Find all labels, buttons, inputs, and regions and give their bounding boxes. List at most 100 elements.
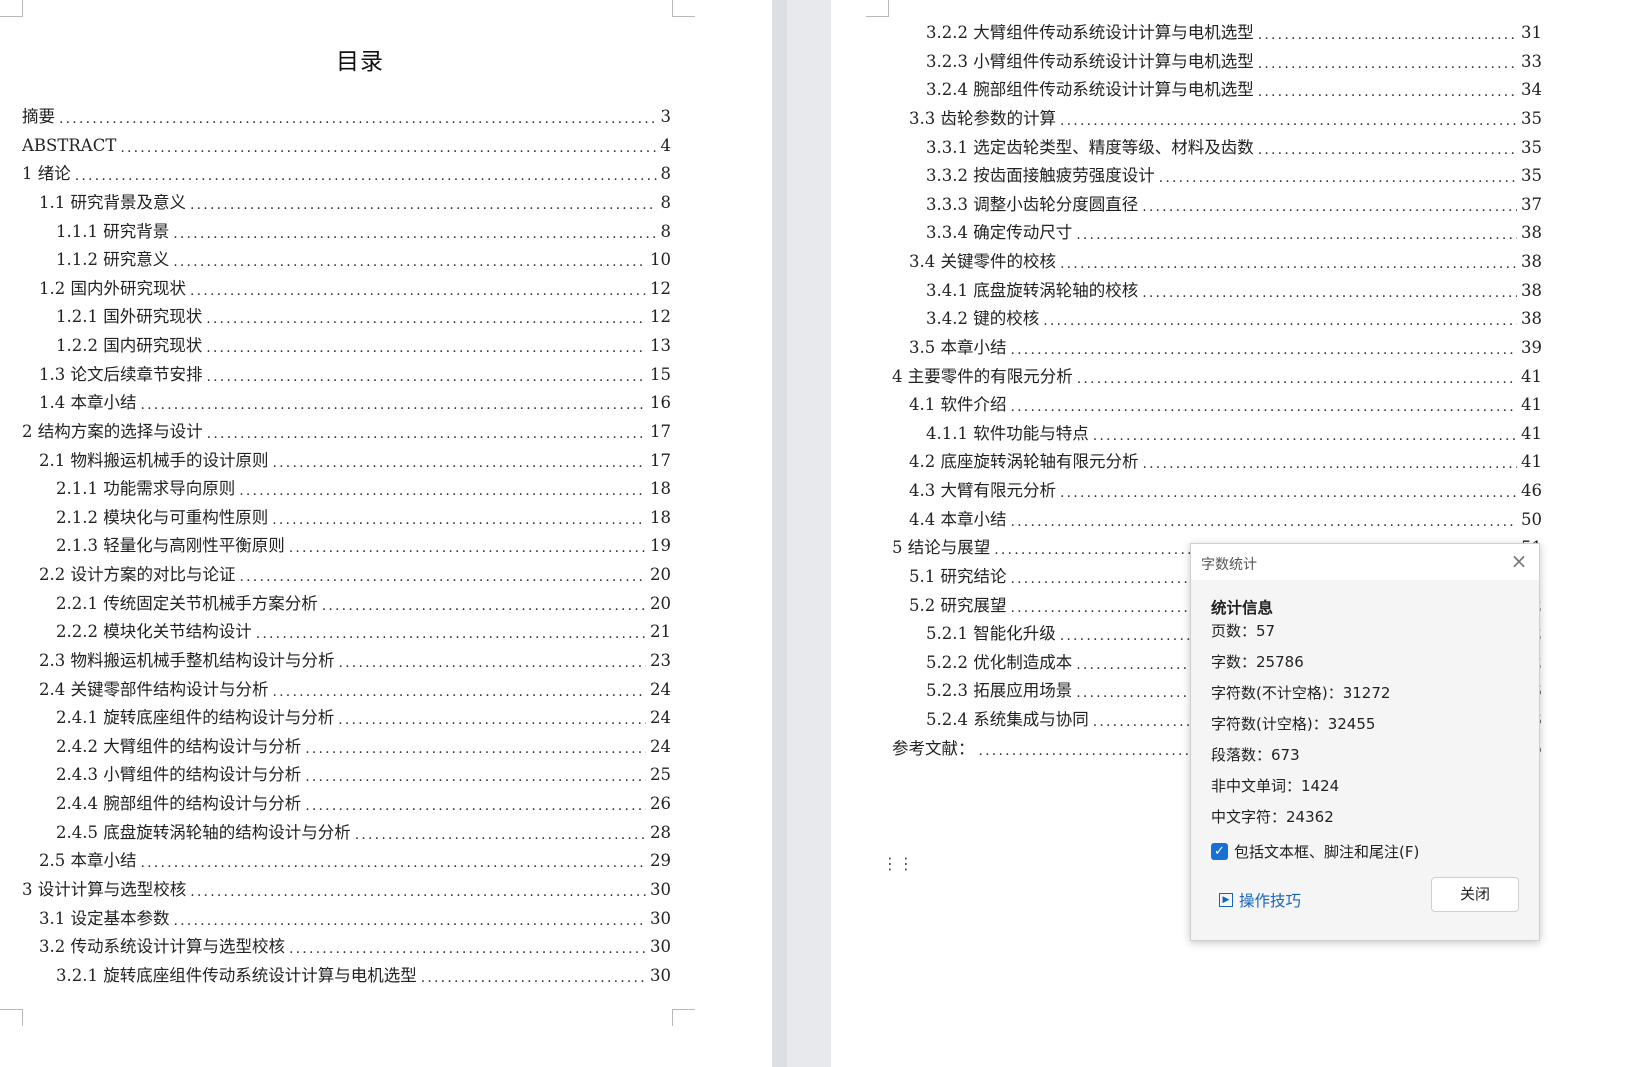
toc-entry[interactable]: 3.4.2 键的校核..............................… (926, 308, 1542, 330)
toc-leader-dots: ........................................… (289, 941, 646, 958)
stat-value: 1424 (1301, 777, 1340, 795)
toc-entry[interactable]: 4.1.1 软件功能与特点...........................… (926, 423, 1542, 445)
toc-entry[interactable]: 3.2.3 小臂组件传动系统设计计算与电机选型.................… (926, 51, 1542, 73)
toc-leader-dots: ........................................… (338, 712, 646, 729)
toc-entry-label: 2 结构方案的选择与设计 (22, 421, 203, 441)
toc-entry[interactable]: 3.2.4 腕部组件传动系统设计计算与电机选型.................… (926, 79, 1542, 101)
toc-entry[interactable]: 1.4 本章小结................................… (39, 392, 671, 414)
toc-entry[interactable]: 3.2.2 大臂组件传动系统设计计算与电机选型.................… (926, 22, 1542, 44)
toc-entry[interactable]: 1 绪论....................................… (22, 163, 671, 185)
toc-entry[interactable]: 4.3 大臂有限元分析.............................… (909, 480, 1542, 502)
toc-entry[interactable]: 4.2 底座旋转涡轮轴有限元分析........................… (909, 451, 1542, 473)
toc-entry-page: 18 (650, 507, 671, 527)
tips-link[interactable]: ▶ 操作技巧 (1219, 889, 1301, 911)
toc-leader-dots: ........................................… (206, 425, 646, 442)
toc-entry[interactable]: 2.1 物料搬运机械手的设计原则........................… (39, 450, 671, 472)
toc-entry-label: 4.4 本章小结 (909, 509, 1007, 529)
toc-entry[interactable]: 2.1.1 功能需求导向原则..........................… (56, 478, 671, 500)
include-textbox-checkbox[interactable]: ✓ 包括文本框、脚注和尾注(F) (1211, 841, 1419, 862)
toc-entry[interactable]: 1.2.2 国内研究现状............................… (56, 335, 671, 357)
toc-entry[interactable]: 2.1.2 模块化与可重构性原则........................… (56, 507, 671, 529)
toc-entry[interactable]: 2.4.4 腕部组件的结构设计与分析......................… (56, 793, 671, 815)
toc-entry-label: 2.1.2 模块化与可重构性原则 (56, 507, 269, 527)
crop-mark (672, 0, 695, 17)
toc-entry-page: 24 (650, 736, 671, 756)
toc-entry-label: 1.2.1 国外研究现状 (56, 307, 203, 327)
toc-entry[interactable]: 2.4.5 底盘旋转涡轮轴的结构设计与分析...................… (56, 822, 671, 844)
toc-entry[interactable]: 2.3 物料搬运机械手整机结构设计与分析....................… (39, 650, 671, 672)
toc-entry[interactable]: 2 结构方案的选择与设计............................… (22, 421, 671, 443)
toc-entry[interactable]: 3.2 传动系统设计计算与选型校核.......................… (39, 936, 671, 958)
toc-entry-page: 16 (650, 393, 671, 413)
toc-entry[interactable]: 2.4 关键零部件结构设计与分析........................… (39, 679, 671, 701)
stat-label: 页数： (1211, 622, 1257, 640)
toc-entry[interactable]: 2.2 设计方案的对比与论证..........................… (39, 564, 671, 586)
toc-entry[interactable]: 1.2 国内外研究现状.............................… (39, 278, 671, 300)
toc-entry-label: 2.1.3 轻量化与高刚性平衡原则 (56, 536, 285, 556)
toc-entry[interactable]: 1.3 论文后续章节安排............................… (39, 364, 671, 386)
toc-entry-page: 30 (650, 880, 671, 899)
toc-entry[interactable]: 3.3.3 调整小齿轮分度圆直径........................… (926, 194, 1542, 216)
stat-value: 32455 (1327, 715, 1376, 733)
toc-entry[interactable]: 3.3.1 选定齿轮类型、精度等级、材料及齿数.................… (926, 137, 1542, 159)
toc-leader-dots: ........................................… (173, 254, 646, 271)
toc-entry[interactable]: 1.1.2 研究意义..............................… (56, 249, 671, 271)
stat-value: 25786 (1256, 653, 1304, 671)
toc-entry-page: 12 (650, 278, 671, 298)
toc-entry[interactable]: 3.5 本章小结................................… (909, 337, 1542, 359)
stat-row: 非中文单词：1424 (1211, 775, 1339, 796)
close-button[interactable]: 关闭 (1431, 877, 1519, 912)
toc-entry-label: 4.2 底座旋转涡轮轴有限元分析 (909, 452, 1139, 472)
stat-value: 57 (1256, 622, 1276, 640)
toc-entry[interactable]: 2.1.3 轻量化与高刚性平衡原则.......................… (56, 535, 671, 557)
toc-entry[interactable]: 3.4.1 底盘旋转涡轮轴的校核........................… (926, 280, 1542, 302)
document-page-left: 目录 摘要...................................… (0, 0, 772, 1067)
toc-entry[interactable]: 2.2.1 传统固定关节机械手方案分析.....................… (56, 593, 671, 615)
toc-entry-page: 17 (650, 450, 671, 470)
toc-entry-page: 18 (650, 479, 671, 499)
toc-entry[interactable]: 3.3.4 确定传动尺寸............................… (926, 222, 1542, 244)
toc-entry-label: 2.4.3 小臂组件的结构设计与分析 (56, 765, 302, 785)
toc-entry[interactable]: 2.4.3 小臂组件的结构设计与分析......................… (56, 764, 671, 786)
toc-leader-dots: ........................................… (1257, 55, 1517, 72)
toc-title: 目录 (336, 49, 384, 75)
toc-entry[interactable]: 2.5 本章小结................................… (39, 850, 671, 872)
toc-entry[interactable]: 4.4 本章小结................................… (909, 509, 1542, 531)
crop-mark (672, 1009, 695, 1026)
toc-leader-dots: ........................................… (1142, 456, 1518, 473)
checkbox-checked-icon[interactable]: ✓ (1211, 843, 1228, 860)
close-icon[interactable]: × (1507, 549, 1531, 573)
toc-entry[interactable]: 2.4.1 旋转底座组件的结构设计与分析....................… (56, 707, 671, 729)
toc-entry[interactable]: 2.2.2 模块化关节结构设计.........................… (56, 621, 671, 643)
toc-entry[interactable]: 3.4 关键零件的校核.............................… (909, 251, 1542, 273)
toc-entry[interactable]: 1.2.1 国外研究现状............................… (56, 306, 671, 328)
stat-value: 24362 (1286, 808, 1334, 826)
toc-entry-label: 3.2.2 大臂组件传动系统设计计算与电机选型 (926, 23, 1254, 42)
toc-entry-page: 8 (660, 192, 672, 212)
toc-entry[interactable]: 1.1 研究背景及意义.............................… (39, 192, 671, 214)
dialog-titlebar[interactable]: 字数统计 × (1191, 544, 1539, 580)
toc-leader-dots: ........................................… (239, 569, 647, 586)
toc-entry[interactable]: 2.4.2 大臂组件的结构设计与分析......................… (56, 736, 671, 758)
toc-entry[interactable]: 3.2.1 旋转底座组件传动系统设计计算与电机选型...............… (56, 965, 671, 987)
toc-entry[interactable]: 3.3 齿轮参数的计算.............................… (909, 108, 1542, 130)
toc-entry-page: 25 (650, 765, 671, 785)
word-count-dialog: 字数统计 × 统计信息 页数：57 字数：25786 字符数(不计空格)：31272… (1190, 543, 1540, 941)
toc-leader-dots: ........................................… (190, 196, 657, 213)
toc-entry-page: 46 (1521, 481, 1542, 501)
toc-entry-label: 5.2.2 优化制造成本 (926, 652, 1073, 672)
drag-handle-icon[interactable]: ⋮⋮ (882, 856, 914, 879)
toc-entry[interactable]: 3.3.2 按齿面接触疲劳强度设计.......................… (926, 165, 1542, 187)
toc-entry[interactable]: 3.1 设定基本参数..............................… (39, 908, 671, 930)
toc-entry[interactable]: 3 设计计算与选型校核.............................… (22, 879, 671, 901)
toc-entry-label: 3.2 传动系统设计计算与选型校核 (39, 937, 285, 957)
toc-entry[interactable]: 4 主要零件的有限元分析............................… (892, 366, 1542, 388)
stat-label: 字符数(不计空格)： (1211, 684, 1343, 702)
toc-leader-dots: ........................................… (1060, 485, 1517, 502)
toc-entry[interactable]: 4.1 软件介绍................................… (909, 394, 1542, 416)
dialog-title: 字数统计 (1201, 557, 1257, 573)
toc-entry[interactable]: ABSTRACT................................… (22, 135, 671, 157)
toc-entry[interactable]: 1.1.1 研究背景..............................… (56, 221, 671, 243)
toc-entry-label: 4.3 大臂有限元分析 (909, 481, 1056, 501)
toc-entry[interactable]: 摘要......................................… (22, 106, 671, 128)
